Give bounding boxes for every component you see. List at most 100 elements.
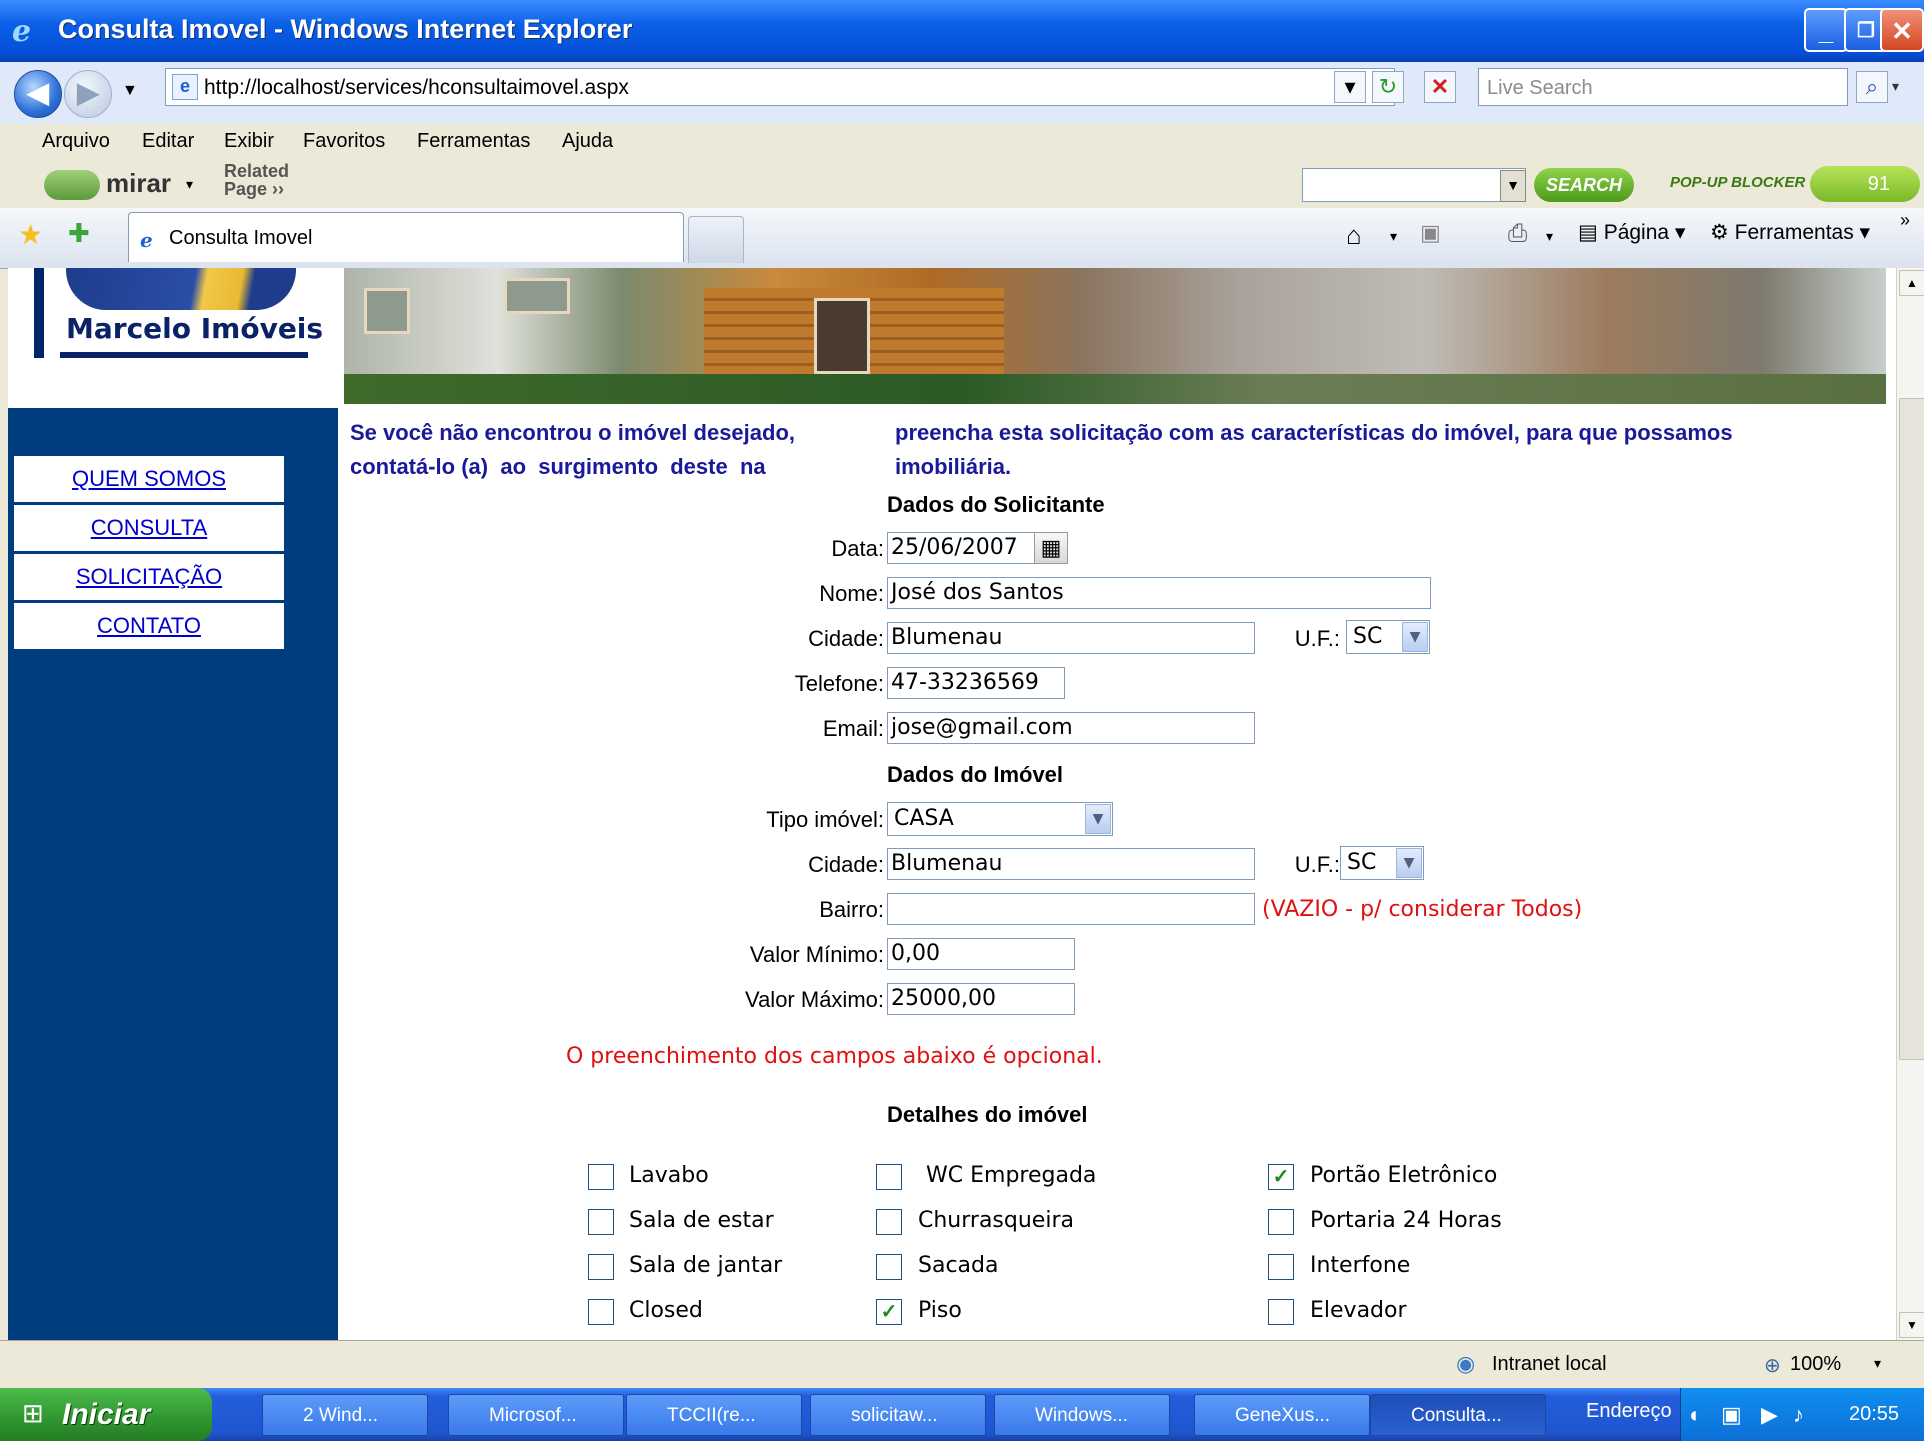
checkbox-closed[interactable] — [588, 1299, 614, 1325]
refresh-icon[interactable]: ↻ — [1372, 71, 1404, 103]
imovel-cidade-label: Cidade: — [808, 852, 884, 877]
minimize-button[interactable]: _ — [1804, 8, 1848, 52]
url-input[interactable]: http://localhost/services/hconsultaimove… — [165, 68, 1395, 106]
sidebar-item-contato[interactable]: CONTATO — [14, 603, 284, 649]
checkbox-sala-de-estar[interactable] — [588, 1209, 614, 1235]
data-input[interactable]: 25/06/2007 — [887, 532, 1035, 564]
tray-app-icon[interactable]: ◐ — [1689, 1388, 1702, 1441]
home-dropdown-icon[interactable]: ▾ — [1390, 228, 1397, 245]
back-button[interactable]: ◀ — [14, 70, 62, 118]
sidebar-item-solicitacao[interactable]: SOLICITAÇÃO — [14, 554, 284, 600]
email-input[interactable]: jose@gmail.com — [887, 712, 1255, 744]
popup-blocker-label[interactable]: POP-UP BLOCKER — [1670, 174, 1805, 191]
menu-editar[interactable]: Editar — [142, 130, 194, 153]
tab-consulta-imovel[interactable]: Consulta Imovel — [128, 212, 684, 262]
tipo-imovel-select[interactable]: CASA ▼ — [887, 802, 1113, 836]
search-options-icon[interactable]: ▾ — [1892, 78, 1899, 95]
checkbox-label: WC Empregada — [926, 1163, 1097, 1188]
zoom-level[interactable]: 100% — [1790, 1353, 1841, 1376]
zoom-dropdown-icon[interactable]: ▾ — [1874, 1355, 1881, 1372]
close-button[interactable]: ✕ — [1880, 8, 1924, 52]
mirar-link[interactable]: mirar — [106, 168, 171, 199]
forward-button[interactable]: ▶ — [64, 70, 112, 118]
imovel-cidade-input[interactable]: Blumenau — [887, 848, 1255, 880]
new-tab-button[interactable] — [688, 216, 744, 263]
nome-input[interactable]: José dos Santos — [887, 577, 1431, 609]
checkbox-churrasqueira[interactable] — [876, 1209, 902, 1235]
tray-media-icon[interactable]: ▶ — [1761, 1388, 1778, 1441]
imovel-uf-select[interactable]: SC ▼ — [1340, 846, 1424, 880]
feeds-icon[interactable]: ▣ — [1420, 220, 1441, 246]
uf-select[interactable]: SC ▼ — [1346, 620, 1430, 654]
endereco-toolbar-label[interactable]: Endereço — [1586, 1400, 1672, 1423]
taskbar-item-consulta[interactable]: Consulta... — [1370, 1394, 1546, 1436]
zone-label: Intranet local — [1492, 1353, 1607, 1375]
scroll-up-icon[interactable]: ▲ — [1899, 270, 1924, 296]
logo-underline — [60, 352, 308, 358]
live-search-input[interactable]: Live Search — [1478, 68, 1848, 106]
taskbar-item-label: Microsof... — [489, 1405, 577, 1426]
mirar-dropdown-icon[interactable]: ▾ — [186, 176, 193, 193]
menu-ajuda[interactable]: Ajuda — [562, 130, 613, 153]
url-dropdown-icon[interactable]: ▾ — [1334, 71, 1366, 103]
menu-exibir[interactable]: Exibir — [224, 130, 274, 153]
checkbox-lavabo[interactable] — [588, 1164, 614, 1190]
checkbox-portao-eletronico[interactable]: ✓ — [1268, 1164, 1294, 1190]
toolbar-search-button[interactable]: SEARCH — [1534, 168, 1634, 202]
menu-arquivo[interactable]: Arquivo — [42, 130, 110, 153]
checkbox-piso[interactable]: ✓ — [876, 1299, 902, 1325]
taskbar-item-genexus[interactable]: GeneXus... — [1194, 1394, 1370, 1436]
checkbox-wc-empregada[interactable] — [876, 1164, 902, 1190]
favorites-star-icon[interactable]: ★ — [18, 218, 43, 251]
related-page-link[interactable]: Related Page ›› — [224, 162, 289, 198]
print-dropdown-icon[interactable]: ▾ — [1546, 228, 1553, 245]
menu-ferramentas[interactable]: Ferramentas — [417, 130, 530, 153]
telefone-input[interactable]: 47-33236569 — [887, 667, 1065, 699]
taskbar-item-solicitaw[interactable]: solicitaw... — [810, 1394, 986, 1436]
toolbar-search-input[interactable] — [1302, 168, 1526, 202]
menu-favoritos[interactable]: Favoritos — [303, 130, 385, 153]
stop-icon[interactable]: ✕ — [1424, 71, 1456, 103]
pagina-menu[interactable]: ▤ Página ▾ — [1578, 220, 1685, 245]
history-dropdown-icon[interactable]: ▼ — [122, 82, 138, 100]
uf-label: U.F.: — [1294, 626, 1340, 651]
sidebar-item-quem-somos[interactable]: QUEM SOMOS — [14, 456, 284, 502]
checkbox-interfone[interactable] — [1268, 1254, 1294, 1280]
home-icon[interactable]: ⌂ — [1346, 220, 1362, 251]
cidade-input[interactable]: Blumenau — [887, 622, 1255, 654]
search-icon[interactable]: ⌕ — [1856, 71, 1888, 103]
checkbox-elevador[interactable] — [1268, 1299, 1294, 1325]
logo-bar — [34, 268, 44, 358]
chevron-down-icon[interactable]: ▼ — [1085, 804, 1111, 834]
calendar-icon[interactable]: ▦ — [1034, 532, 1068, 564]
taskbar-item-windows[interactable]: Windows... — [994, 1394, 1170, 1436]
ferramentas-menu[interactable]: ⚙ Ferramentas ▾ — [1710, 220, 1870, 245]
print-icon[interactable]: ⎙ — [1508, 220, 1527, 248]
chevron-down-icon[interactable]: ▼ — [1402, 622, 1428, 652]
tab-title: Consulta Imovel — [169, 227, 313, 249]
bairro-note: (VAZIO - p/ considerar Todos) — [1262, 897, 1583, 922]
bairro-input[interactable] — [887, 893, 1255, 925]
add-favorite-icon[interactable]: ✚ — [68, 218, 90, 249]
taskbar-item-microsoft[interactable]: Microsof... — [448, 1394, 624, 1436]
zoom-icon[interactable]: ⊕ — [1764, 1353, 1781, 1378]
vertical-scrollbar[interactable]: ▲ ▼ — [1896, 268, 1924, 1340]
more-commands-icon[interactable]: » — [1900, 210, 1910, 231]
taskbar-item-tccii[interactable]: TCCII(re... — [626, 1394, 802, 1436]
checkbox-sacada[interactable] — [876, 1254, 902, 1280]
popup-count-badge: 91 — [1810, 166, 1920, 202]
tray-network-icon[interactable]: ▣ — [1721, 1388, 1742, 1441]
sidebar-item-consulta[interactable]: CONSULTA — [14, 505, 284, 551]
scrollbar-thumb[interactable] — [1899, 398, 1924, 1060]
valor-maximo-input[interactable]: 25000,00 — [887, 983, 1075, 1015]
chevron-down-icon[interactable]: ▼ — [1396, 848, 1422, 878]
checkbox-sala-de-jantar[interactable] — [588, 1254, 614, 1280]
site-logo: Marcelo Imóveis — [8, 268, 338, 408]
valor-minimo-input[interactable]: 0,00 — [887, 938, 1075, 970]
tray-volume-icon[interactable]: ♪ — [1793, 1388, 1804, 1441]
toolbar-search-dropdown-icon[interactable]: ▼ — [1500, 170, 1526, 202]
tab-ie-icon: e — [140, 228, 153, 252]
scroll-down-icon[interactable]: ▼ — [1899, 1312, 1924, 1338]
checkbox-portaria-24-horas[interactable] — [1268, 1209, 1294, 1235]
taskbar-item-windows-explorer[interactable]: 2 Wind... — [262, 1394, 428, 1436]
